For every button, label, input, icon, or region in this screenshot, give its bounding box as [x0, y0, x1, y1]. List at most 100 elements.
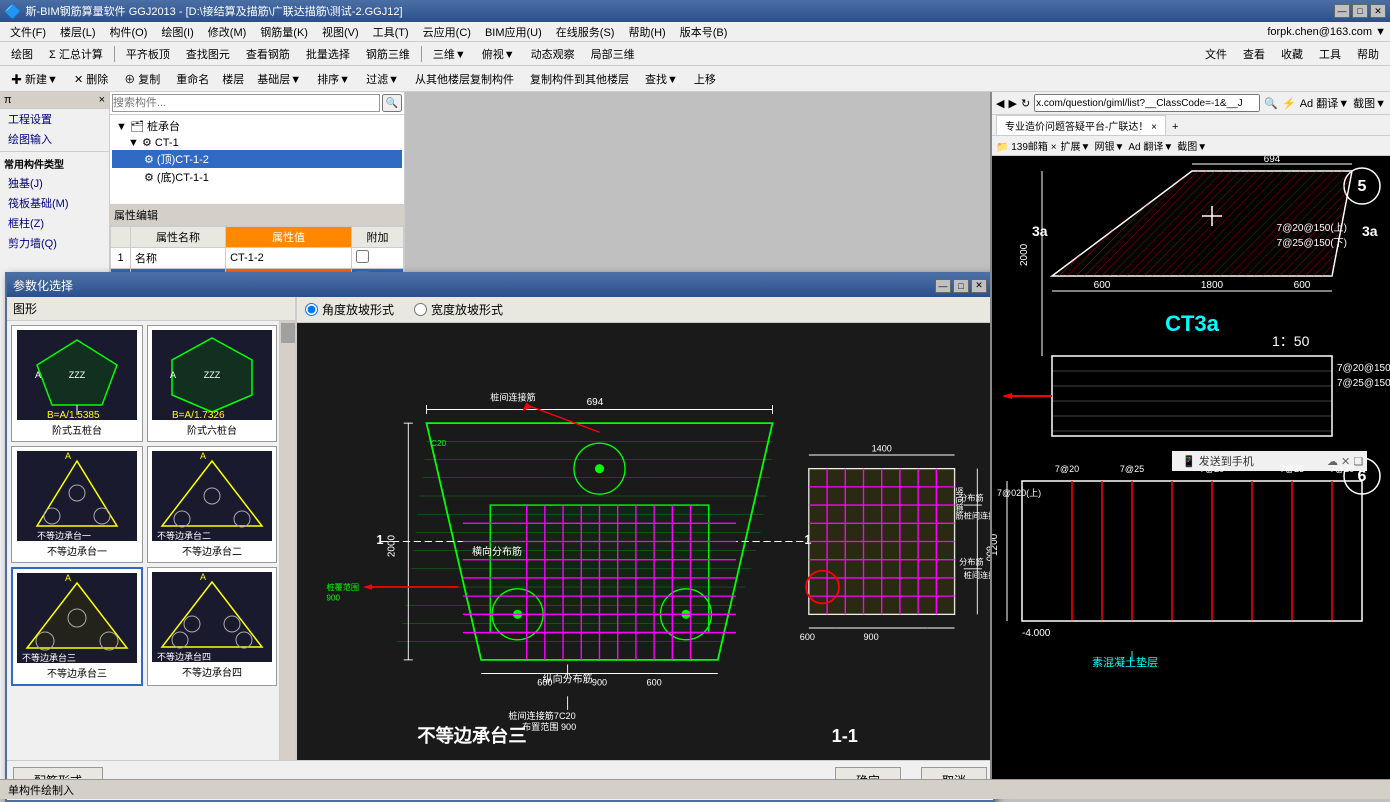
browser-tools-button[interactable]: 工具: [1312, 43, 1348, 65]
browser-back-icon[interactable]: ◀: [996, 97, 1004, 110]
find-button[interactable]: 查找图元: [179, 43, 237, 65]
modal-maximize-button[interactable]: □: [953, 279, 969, 293]
bookmark-ad-icon[interactable]: Ad 翻译▼: [1128, 138, 1173, 153]
gallery-item-3[interactable]: A 不等边承台一 不等边承台一: [11, 446, 143, 563]
draw-button[interactable]: 绘图: [4, 43, 40, 65]
menu-floor[interactable]: 楼层(L): [54, 22, 101, 42]
rename-button[interactable]: 重命名: [169, 68, 216, 90]
browser-ad-icon[interactable]: Ad 翻译▼: [1300, 95, 1349, 111]
gallery-item-6[interactable]: A 不等边承台四 不等边承台四: [147, 567, 277, 686]
svg-text:600: 600: [1094, 280, 1111, 291]
browser-help-button[interactable]: 帮助: [1350, 43, 1386, 65]
width-slope-input[interactable]: [414, 303, 427, 316]
3d-button[interactable]: 三维▼: [426, 43, 473, 65]
project-settings-item[interactable]: 工程设置: [0, 109, 109, 129]
new-button[interactable]: ✚ 新建▼: [4, 68, 65, 90]
right-cad-svg: 5 694 7@20@150(上) 7@25@150(下: [992, 156, 1390, 726]
gallery-item-4[interactable]: A 不等边承台二 不等边承台二: [147, 446, 277, 563]
svg-text:7@20: 7@20: [1330, 464, 1354, 474]
menu-component[interactable]: 构件(O): [104, 22, 154, 42]
base-floor-button[interactable]: 基础层▼: [250, 68, 308, 90]
bookmark-expand-icon[interactable]: 扩展▼: [1061, 138, 1091, 153]
frame-column-item[interactable]: 框柱(Z): [0, 213, 109, 233]
delete-button[interactable]: ✕ 删除: [67, 68, 115, 90]
sort-button[interactable]: 排序▼: [310, 68, 357, 90]
gallery-item-1[interactable]: ZZZ A B=A/1.5385 阶式五桩台: [11, 325, 143, 442]
close-button[interactable]: ✕: [1370, 4, 1386, 18]
filter-button[interactable]: 过滤▼: [359, 68, 406, 90]
tree-node-ct1[interactable]: ▼ ⚙ CT-1: [112, 135, 402, 150]
copy-from-floor-button[interactable]: 从其他楼层复制构件: [408, 68, 521, 90]
local-3d-button[interactable]: 局部三维: [584, 43, 642, 65]
menu-bim[interactable]: BIM应用(U): [479, 22, 548, 42]
menu-tools[interactable]: 工具(T): [367, 22, 415, 42]
angle-slope-radio[interactable]: 角度放坡形式: [305, 301, 394, 318]
menu-cloud[interactable]: 云应用(C): [417, 22, 477, 42]
independent-base-item[interactable]: 独基(J): [0, 173, 109, 193]
browser-address-bar[interactable]: [1034, 94, 1260, 112]
component-tree: ▼ 🗂 桩承台 ▼ ⚙ CT-1 ⚙ (顶)CT-1-2 ⚙ (底)CT-1-1: [110, 115, 404, 205]
modal-minimize-button[interactable]: —: [935, 279, 951, 293]
bookmark-screenshot2-icon[interactable]: 截图▼: [1177, 138, 1207, 153]
browser-refresh-icon[interactable]: ↻: [1021, 97, 1030, 110]
svg-text:600: 600: [647, 677, 662, 687]
prop-check-1[interactable]: [351, 248, 403, 269]
prop-value-1[interactable]: CT-1-2: [226, 248, 352, 269]
left-panel-pin[interactable]: π: [4, 94, 12, 106]
copy-button[interactable]: ⊕ 复制: [117, 68, 167, 90]
browser-lightning-icon[interactable]: ⚡: [1282, 97, 1296, 110]
browser-file-button[interactable]: 文件: [1198, 43, 1234, 65]
browser-screenshot-icon[interactable]: 截图▼: [1353, 95, 1386, 111]
shear-wall-item[interactable]: 剪力墙(Q): [0, 233, 109, 253]
menu-online[interactable]: 在线服务(S): [550, 22, 621, 42]
browser-fav-button[interactable]: 收藏: [1274, 43, 1310, 65]
browser-new-tab-button[interactable]: +: [1166, 119, 1184, 135]
angle-slope-input[interactable]: [305, 303, 318, 316]
menu-rebar[interactable]: 钢筋量(K): [254, 22, 314, 42]
concrete-base-label: 素混凝土垫层: [1092, 655, 1158, 669]
tree-node-ct1-1[interactable]: ⚙ (底)CT-1-1: [112, 168, 402, 186]
tree-node-pile-cap[interactable]: ▼ 🗂 桩承台: [112, 117, 402, 135]
toolbar-2: ✚ 新建▼ ✕ 删除 ⊕ 复制 重命名 楼层 基础层▼ 排序▼ 过滤▼ 从其他楼…: [0, 66, 1390, 92]
prop-col-value: 属性值: [226, 227, 352, 248]
browser-tab-active[interactable]: 专业造价问题答疑平台-广联达！ ×: [996, 115, 1166, 135]
rebar-3d-button[interactable]: 钢筋三维: [359, 43, 417, 65]
modal-close-button[interactable]: ✕: [971, 279, 987, 293]
browser-forward-icon[interactable]: ▶: [1008, 97, 1016, 110]
bookmark-netbank-icon[interactable]: 网银▼: [1094, 138, 1124, 153]
left-panel-close[interactable]: ×: [99, 94, 105, 106]
maximize-button[interactable]: □: [1352, 4, 1368, 18]
browser-search-icon[interactable]: 🔍: [1264, 97, 1278, 110]
dynamic-view-button[interactable]: 动态观察: [524, 43, 582, 65]
gallery-item-6-img: A 不等边承台四: [152, 572, 272, 662]
menu-modify[interactable]: 修改(M): [202, 22, 253, 42]
menu-draw[interactable]: 绘图(I): [155, 22, 199, 42]
menu-file[interactable]: 文件(F): [4, 22, 52, 42]
batch-select-button[interactable]: 批量选择: [299, 43, 357, 65]
find-comp-button[interactable]: 查找▼: [638, 68, 685, 90]
search-input[interactable]: [112, 94, 380, 112]
raft-base-item[interactable]: 筏板基础(M): [0, 193, 109, 213]
draw-input-item[interactable]: 绘图输入: [0, 129, 109, 149]
svg-text:1800: 1800: [1201, 280, 1224, 291]
menu-view[interactable]: 视图(V): [316, 22, 365, 42]
menu-version[interactable]: 版本号(B): [674, 22, 734, 42]
tree-node-ct1-2[interactable]: ⚙ (顶)CT-1-2: [112, 150, 402, 168]
minimize-button[interactable]: —: [1334, 4, 1350, 18]
view-rebar-button[interactable]: 查看钢筋: [239, 43, 297, 65]
search-button[interactable]: 🔍: [382, 94, 402, 112]
flat-top-button[interactable]: 平齐板顶: [119, 43, 177, 65]
gallery-scrollbar[interactable]: [279, 321, 295, 760]
bookmark-139-icon[interactable]: 📁 139邮箱 ×: [996, 138, 1057, 153]
gallery-item-5[interactable]: A 不等边承台三 不等边承台三: [11, 567, 143, 686]
move-up-button[interactable]: 上移: [687, 68, 723, 90]
browser-view-button[interactable]: 查看: [1236, 43, 1272, 65]
preview-toolbar: 角度放坡形式 宽度放坡形式: [297, 297, 993, 323]
gallery-scroll-area[interactable]: ZZZ A B=A/1.5385 阶式五桩台: [7, 321, 279, 760]
gallery-item-2[interactable]: ZZZ A B=A/1.7326 阶式六桩台: [147, 325, 277, 442]
menu-help[interactable]: 帮助(H): [622, 22, 671, 42]
width-slope-radio[interactable]: 宽度放坡形式: [414, 301, 503, 318]
top-view-button[interactable]: 俯视▼: [475, 43, 522, 65]
sum-button[interactable]: Σ 汇总计算: [42, 43, 110, 65]
copy-to-floor-button[interactable]: 复制构件到其他楼层: [523, 68, 636, 90]
